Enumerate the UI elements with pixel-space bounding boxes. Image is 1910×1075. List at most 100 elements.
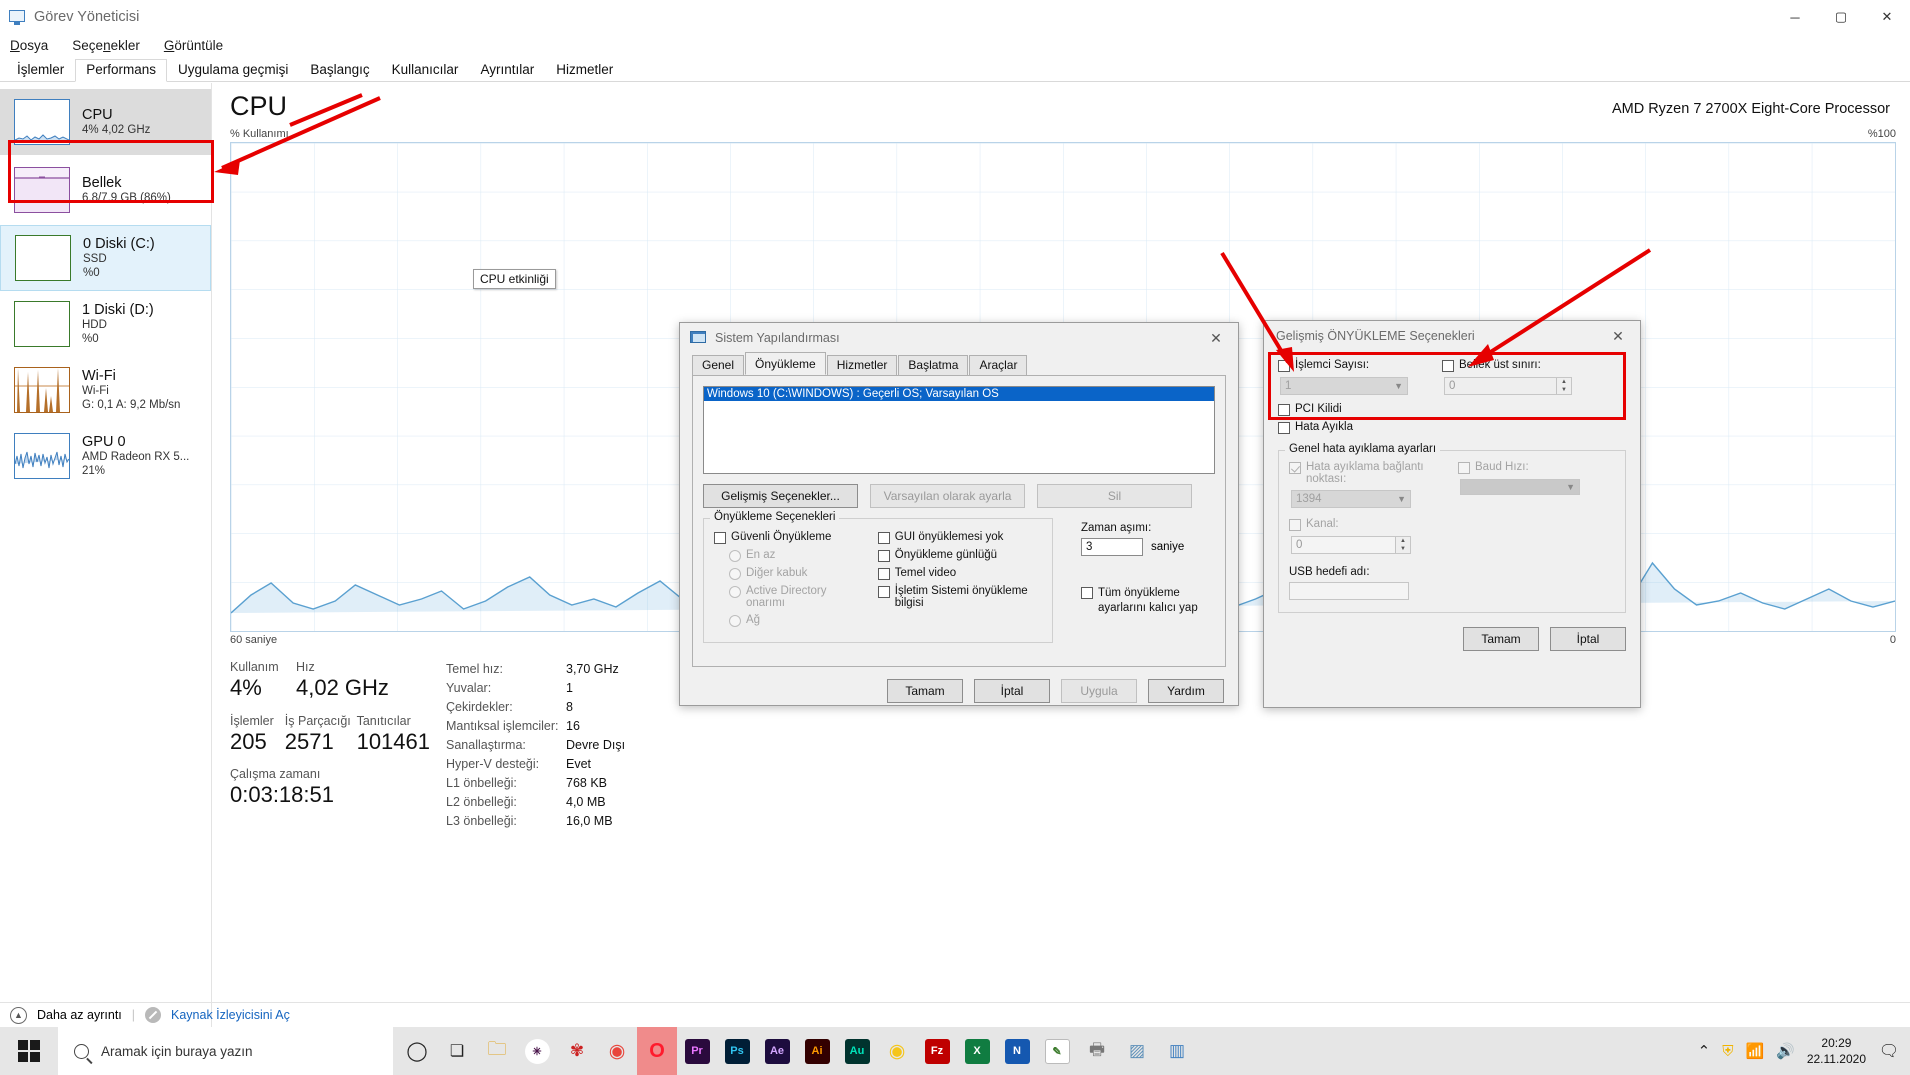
- printer-icon[interactable]: 🖶: [1077, 1027, 1117, 1075]
- audition-icon[interactable]: Au: [837, 1027, 877, 1075]
- usb-target-input: [1289, 582, 1409, 600]
- base-video-row[interactable]: Temel video: [877, 567, 1042, 580]
- excel-icon[interactable]: X: [957, 1027, 997, 1075]
- spinner-down-icon[interactable]: ▼: [1557, 386, 1571, 394]
- msconfig-cancel-button[interactable]: İptal: [974, 679, 1050, 703]
- cortana-icon[interactable]: ◯: [397, 1027, 437, 1075]
- msconfig-ok-button[interactable]: Tamam: [887, 679, 963, 703]
- msconfig-tab-baslatma[interactable]: Başlatma: [898, 355, 969, 375]
- premiere-pro-icon[interactable]: Pr: [677, 1027, 717, 1075]
- sidebar-item-cpu[interactable]: CPU 4% 4,02 GHz: [0, 89, 211, 155]
- illustrator-icon[interactable]: Ai: [797, 1027, 837, 1075]
- taskbar-search-box[interactable]: Aramak için buraya yazın: [58, 1027, 393, 1075]
- notepad-icon[interactable]: ✎: [1037, 1027, 1077, 1075]
- pci-lock-checkbox[interactable]: [1278, 404, 1290, 416]
- menu-item-dosya[interactable]: Dosya: [10, 38, 48, 53]
- timeout-input[interactable]: 3: [1081, 538, 1143, 556]
- tab-bar: İşlemler Performans Uygulama geçmişi Baş…: [0, 56, 1910, 82]
- msconfig-help-button[interactable]: Yardım: [1148, 679, 1224, 703]
- debug-row[interactable]: Hata Ayıkla: [1278, 421, 1626, 434]
- msconfig-taskbar-icon[interactable]: ▥: [1157, 1027, 1197, 1075]
- chevron-up-icon[interactable]: ▲: [10, 1006, 27, 1024]
- os-boot-info-row[interactable]: İşletim Sistemi önyükleme bilgisi: [877, 585, 1042, 609]
- msconfig-close-button[interactable]: ✕: [1194, 323, 1238, 353]
- tab-ayrintilar[interactable]: Ayrıntılar: [469, 59, 545, 82]
- processor-count-checkbox[interactable]: [1278, 360, 1290, 372]
- msconfig-tab-hizmetler[interactable]: Hizmetler: [826, 355, 898, 375]
- sidebar-item-bellek[interactable]: Bellek 6,8/7,9 GB (86%): [0, 157, 211, 223]
- photoshop-icon[interactable]: Ps: [717, 1027, 757, 1075]
- max-memory-row[interactable]: Bellek üst sınırı:: [1442, 359, 1592, 372]
- wifi-icon[interactable]: 📶: [1745, 1042, 1764, 1060]
- advanced-boot-close-button[interactable]: ✕: [1596, 321, 1640, 351]
- channel-spinner: 0 ▲ ▼: [1291, 536, 1411, 554]
- advanced-boot-ok-button[interactable]: Tamam: [1463, 627, 1539, 651]
- timeout-unit-label: saniye: [1151, 541, 1185, 553]
- os-entry-row[interactable]: Windows 10 (C:\WINDOWS) : Geçerli OS; Va…: [704, 387, 1214, 401]
- stat-label-tanitici: Tanıtıcılar: [356, 713, 411, 728]
- pci-lock-row[interactable]: PCI Kilidi: [1278, 403, 1626, 416]
- slack-icon[interactable]: ✳: [517, 1027, 557, 1075]
- advanced-boot-cancel-button[interactable]: İptal: [1550, 627, 1626, 651]
- boot-log-checkbox[interactable]: [877, 550, 890, 562]
- after-effects-icon[interactable]: Ae: [757, 1027, 797, 1075]
- notification-center-icon[interactable]: 🗨: [1878, 1040, 1900, 1062]
- make-permanent-row[interactable]: Tüm önyükleme ayarlarını kalıcı yap: [1081, 586, 1221, 615]
- msconfig-tab-genel[interactable]: Genel: [692, 355, 745, 375]
- sidebar-item-gpu-0[interactable]: GPU 0 AMD Radeon RX 5... 21%: [0, 423, 211, 489]
- tab-hizmetler[interactable]: Hizmetler: [545, 59, 624, 82]
- os-entry-list[interactable]: Windows 10 (C:\WINDOWS) : Geçerli OS; Va…: [703, 386, 1215, 474]
- minimize-button[interactable]: ─: [1772, 0, 1818, 34]
- processor-count-row[interactable]: İşlemci Sayısı:: [1278, 359, 1418, 372]
- sidebar-item-disk-1[interactable]: 1 Diski (D:) HDD %0: [0, 291, 211, 357]
- msconfig-tab-araclar[interactable]: Araçlar: [969, 355, 1028, 375]
- task-manager-taskbar-icon[interactable]: ▨: [1117, 1027, 1157, 1075]
- safe-boot-checkbox-row[interactable]: Güvenli Önyükleme: [714, 531, 864, 544]
- opera-icon[interactable]: O: [637, 1027, 677, 1075]
- tab-baslangic[interactable]: Başlangıç: [299, 59, 380, 82]
- tab-performans[interactable]: Performans: [75, 59, 168, 82]
- close-button[interactable]: ✕: [1864, 0, 1910, 34]
- spinner-up-icon[interactable]: ▲: [1557, 378, 1571, 386]
- resource-monitor-link[interactable]: Kaynak İzleyicisini Aç: [171, 1008, 290, 1022]
- clock[interactable]: 20:29 22.11.2020: [1807, 1035, 1866, 1067]
- no-gui-boot-checkbox[interactable]: [877, 532, 890, 544]
- search-input-placeholder[interactable]: Aramak için buraya yazın: [101, 1044, 253, 1059]
- filezilla-icon[interactable]: Fz: [917, 1027, 957, 1075]
- page-title: CPU: [230, 91, 288, 121]
- menu-item-goruntule[interactable]: Görüntüle: [164, 38, 223, 53]
- onenote-icon[interactable]: N: [997, 1027, 1037, 1075]
- chrome-icon[interactable]: ◉: [597, 1027, 637, 1075]
- less-details-button[interactable]: Daha az ayrıntı: [37, 1008, 122, 1022]
- start-button[interactable]: [0, 1027, 58, 1075]
- make-permanent-checkbox[interactable]: [1081, 587, 1093, 599]
- menu-item-secenekler[interactable]: Seçenekler: [72, 38, 140, 53]
- wifi-mini-graph: [14, 367, 70, 413]
- os-boot-info-checkbox[interactable]: [877, 586, 890, 598]
- base-video-checkbox[interactable]: [877, 568, 890, 580]
- volume-icon[interactable]: 🔊: [1776, 1042, 1795, 1060]
- sidebar-item-disk-0[interactable]: 0 Diski (C:) SSD %0: [0, 225, 211, 291]
- file-explorer-icon[interactable]: 🗀: [477, 1027, 517, 1075]
- no-gui-boot-row[interactable]: GUI önyüklemesi yok: [877, 531, 1042, 544]
- paint-icon[interactable]: ✾: [557, 1027, 597, 1075]
- tab-uygulama-gecmisi[interactable]: Uygulama geçmişi: [167, 59, 299, 82]
- graph-y-axis-label: % Kullanımı: [230, 128, 289, 140]
- global-debug-fieldset: Genel hata ayıklama ayarları Hata ayıkla…: [1278, 443, 1626, 613]
- boot-log-row[interactable]: Önyükleme günlüğü: [877, 549, 1042, 562]
- spinner-buttons[interactable]: ▲ ▼: [1556, 378, 1571, 394]
- debug-checkbox[interactable]: [1278, 422, 1290, 434]
- radio-alternate-shell: [729, 568, 741, 580]
- tab-islemler[interactable]: İşlemler: [6, 59, 75, 82]
- security-shield-icon[interactable]: ⛨: [1722, 1043, 1733, 1060]
- task-view-icon[interactable]: ❏: [437, 1027, 477, 1075]
- sidebar-item-wifi[interactable]: Wi-Fi Wi-Fi G: 0,1 A: 9,2 Mb/sn: [0, 357, 211, 423]
- tray-chevron-up-icon[interactable]: ⌃: [1698, 1042, 1711, 1060]
- tab-kullanicilar[interactable]: Kullanıcılar: [381, 59, 470, 82]
- safe-boot-checkbox[interactable]: [714, 532, 726, 544]
- msconfig-tab-onyukleme[interactable]: Önyükleme: [745, 352, 826, 375]
- max-memory-checkbox[interactable]: [1442, 360, 1454, 372]
- chrome-canary-icon[interactable]: ◉: [877, 1027, 917, 1075]
- maximize-button[interactable]: ▢: [1818, 0, 1864, 34]
- advanced-options-button[interactable]: Gelişmiş Seçenekler...: [703, 484, 858, 508]
